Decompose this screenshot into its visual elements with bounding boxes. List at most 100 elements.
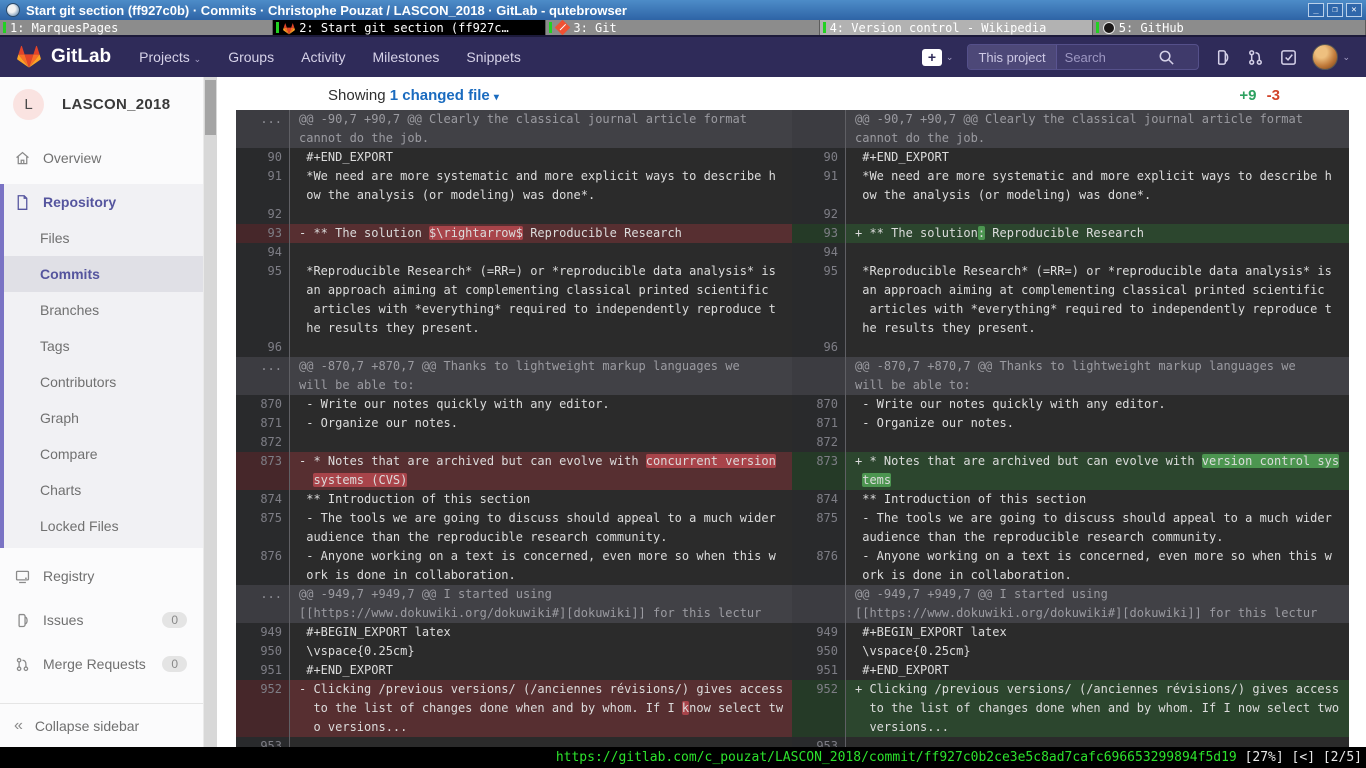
line-number-r[interactable]: 876	[792, 547, 846, 585]
user-menu[interactable]: ⌄	[1312, 44, 1350, 70]
collapse-sidebar-button[interactable]: « Collapse sidebar	[0, 703, 203, 747]
tab-label: 1: MarquesPages	[10, 21, 118, 35]
line-number-l[interactable]: 873	[236, 452, 290, 490]
line-number-l[interactable]: 90	[236, 148, 290, 167]
changed-files-dropdown[interactable]: 1 changed file ▾	[390, 87, 499, 104]
code-line-r: ** Introduction of this section	[846, 490, 1349, 509]
todos-icon[interactable]	[1279, 48, 1298, 67]
line-number-r[interactable]	[792, 357, 846, 395]
line-number-l[interactable]: 872	[236, 433, 290, 452]
browser-tab-5[interactable]: 5: GitHub	[1093, 20, 1366, 35]
line-number-l[interactable]: 953	[236, 737, 290, 747]
search-scope-label[interactable]: This project	[968, 45, 1056, 69]
line-number-l[interactable]: 93	[236, 224, 290, 243]
line-number-l[interactable]: 951	[236, 661, 290, 680]
nav-groups[interactable]: Groups	[228, 49, 274, 65]
sidebar-item-label: Repository	[43, 194, 116, 210]
nav-activity[interactable]: Activity	[301, 49, 345, 65]
nav-projects[interactable]: Projects ⌄	[139, 49, 201, 65]
line-number-r[interactable]: 870	[792, 395, 846, 414]
line-number-r[interactable]: 871	[792, 414, 846, 433]
sidebar-item-charts[interactable]: Charts	[4, 472, 203, 508]
sidebar-item-repository[interactable]: Repository	[4, 184, 203, 220]
line-number-l[interactable]: 949	[236, 623, 290, 642]
line-number-l[interactable]: 91	[236, 167, 290, 205]
chevron-down-icon: ⌄	[946, 52, 954, 63]
gitlab-logo-icon[interactable]	[16, 45, 42, 69]
line-number-l[interactable]: ...	[236, 110, 290, 148]
line-number-r[interactable]: 953	[792, 737, 846, 747]
sidebar-item-locked-files[interactable]: Locked Files	[4, 508, 203, 544]
line-number-r[interactable]: 949	[792, 623, 846, 642]
sidebar-item-merge-requests[interactable]: Merge Requests 0	[0, 646, 203, 682]
scrollbar-track[interactable]	[204, 77, 217, 747]
line-number-l[interactable]: 950	[236, 642, 290, 661]
line-number-r[interactable]	[792, 110, 846, 148]
line-number-r[interactable]	[792, 585, 846, 623]
browser-tab-1[interactable]: 1: MarquesPages	[0, 20, 273, 35]
line-number-l[interactable]: 871	[236, 414, 290, 433]
line-number-l[interactable]: 952	[236, 680, 290, 737]
sidebar-item-commits[interactable]: Commits	[4, 256, 203, 292]
scrollbar-thumb[interactable]	[205, 80, 216, 135]
line-number-l[interactable]: 870	[236, 395, 290, 414]
line-number-l[interactable]: 875	[236, 509, 290, 547]
line-number-r[interactable]: 93	[792, 224, 846, 243]
code-line-l: *We need are more systematic and more ex…	[290, 167, 792, 205]
line-number-r[interactable]: 872	[792, 433, 846, 452]
line-number-l[interactable]: ...	[236, 585, 290, 623]
sidebar-item-files[interactable]: Files	[4, 220, 203, 256]
issues-icon[interactable]	[1213, 48, 1232, 67]
sidebar-item-contributors[interactable]: Contributors	[4, 364, 203, 400]
code-line-r	[846, 243, 1349, 262]
sidebar-item-label: Merge Requests	[43, 656, 146, 672]
line-number-l[interactable]: 874	[236, 490, 290, 509]
line-number-r[interactable]: 950	[792, 642, 846, 661]
search-input[interactable]	[1057, 50, 1157, 65]
sidebar-item-compare[interactable]: Compare	[4, 436, 203, 472]
browser-tab-4[interactable]: 4: Version control - Wikipedia	[820, 20, 1093, 35]
diff-table: ...@@ -90,7 +90,7 @@ Clearly the classic…	[236, 110, 1349, 747]
line-number-r[interactable]: 875	[792, 509, 846, 547]
line-number-r[interactable]: 96	[792, 338, 846, 357]
diff-row: 94 94	[236, 243, 1349, 262]
nav-snippets[interactable]: Snippets	[466, 49, 520, 65]
line-number-r[interactable]: 951	[792, 661, 846, 680]
diff-row: 875 - The tools we are going to discuss …	[236, 509, 1349, 547]
gitlab-wordmark[interactable]: GitLab	[51, 46, 111, 68]
browser-tab-2[interactable]: 2: Start git section (ff927c…	[273, 20, 546, 35]
line-number-l[interactable]: 92	[236, 205, 290, 224]
sidebar-item-branches[interactable]: Branches	[4, 292, 203, 328]
sidebar-item-issues[interactable]: Issues 0	[0, 602, 203, 638]
line-number-r[interactable]: 952	[792, 680, 846, 737]
line-number-r[interactable]: 91	[792, 167, 846, 205]
caret-down-icon: ▾	[494, 92, 499, 103]
browser-tab-3[interactable]: 3: Git	[546, 20, 819, 35]
line-number-l[interactable]: 876	[236, 547, 290, 585]
sidebar-item-tags[interactable]: Tags	[4, 328, 203, 364]
new-menu[interactable]: + ⌄	[922, 49, 954, 66]
minimize-button[interactable]: _	[1308, 3, 1324, 17]
line-number-r[interactable]: 874	[792, 490, 846, 509]
sidebar-item-registry[interactable]: Registry	[0, 558, 203, 594]
code-line-l: - ** The solution $\rightarrow$ Reproduc…	[290, 224, 792, 243]
maximize-button[interactable]: ❐	[1327, 3, 1343, 17]
nav-milestones[interactable]: Milestones	[372, 49, 439, 65]
close-button[interactable]: ✕	[1346, 3, 1362, 17]
line-number-l[interactable]: 96	[236, 338, 290, 357]
line-number-l[interactable]: ...	[236, 357, 290, 395]
line-number-l[interactable]: 94	[236, 243, 290, 262]
line-number-r[interactable]: 94	[792, 243, 846, 262]
sidebar-item-graph[interactable]: Graph	[4, 400, 203, 436]
merge-request-icon[interactable]	[1246, 48, 1265, 67]
line-number-r[interactable]: 95	[792, 262, 846, 338]
project-avatar: L	[13, 89, 44, 120]
code-line-r: + Clicking /previous versions/ (/ancienn…	[846, 680, 1349, 737]
line-number-r[interactable]: 873	[792, 452, 846, 490]
line-number-l[interactable]: 95	[236, 262, 290, 338]
project-header[interactable]: L LASCON_2018	[0, 77, 203, 132]
line-number-r[interactable]: 90	[792, 148, 846, 167]
sidebar-item-overview[interactable]: Overview	[0, 140, 203, 176]
diff-stats: +9 -3	[1239, 87, 1280, 104]
line-number-r[interactable]: 92	[792, 205, 846, 224]
